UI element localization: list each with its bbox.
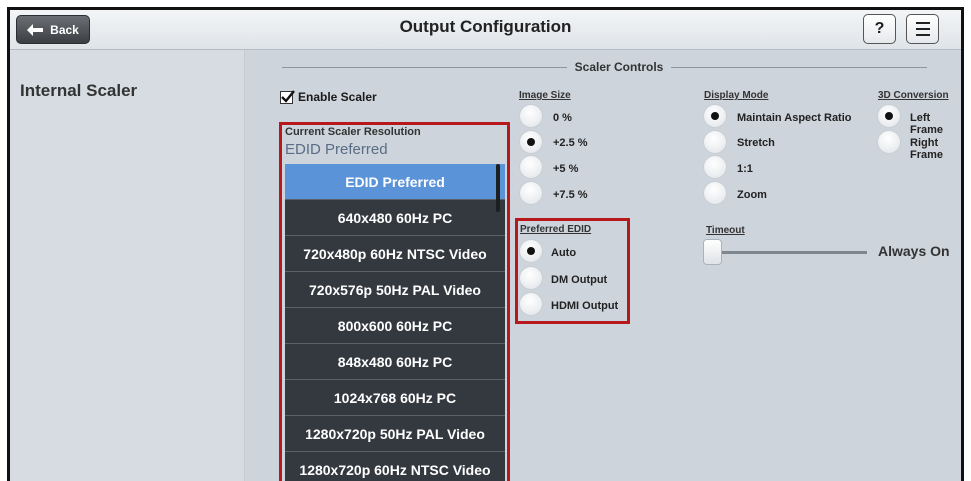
display-mode-heading: Display Mode: [704, 90, 769, 101]
display-mode-label-zoom: Zoom: [737, 189, 767, 201]
timeout-slider-thumb[interactable]: [704, 240, 721, 264]
top-bar: Back Output Configuration ?: [10, 10, 961, 50]
display-mode-radio-1-1[interactable]: [704, 156, 726, 178]
display-mode-radio-stretch[interactable]: [704, 131, 726, 153]
display-mode-label-1-1: 1:1: [737, 163, 753, 175]
image-size-label-0: 0 %: [553, 112, 572, 124]
image-size-label-7-5: +7.5 %: [553, 189, 588, 201]
edid-label-dm-output: DM Output: [551, 274, 608, 286]
enable-scaler-checkbox[interactable]: Enable Scaler: [280, 89, 377, 104]
display-mode-label-stretch: Stretch: [737, 137, 775, 149]
resolution-item[interactable]: 1280x720p 50Hz PAL Video: [285, 416, 505, 452]
timeout-slider-track[interactable]: [707, 251, 867, 254]
main-content: Scaler Controls Enable Scaler Current Sc…: [246, 50, 961, 481]
edid-label-auto: Auto: [551, 247, 577, 259]
3d-radio-left-frame[interactable]: [878, 105, 900, 127]
sidebar-title: Internal Scaler: [20, 81, 138, 100]
page-title: Output Configuration: [399, 17, 572, 36]
resolution-current-value: EDID Preferred: [285, 141, 388, 158]
edid-radio-hdmi-output[interactable]: [520, 293, 542, 315]
edid-radio-dm-output[interactable]: [520, 267, 542, 289]
display-mode-radio-maintain[interactable]: [704, 105, 726, 127]
preferred-edid-heading: Preferred EDID: [520, 224, 592, 235]
image-size-radio-2-5[interactable]: [520, 131, 542, 153]
image-size-radio-5[interactable]: [520, 156, 542, 178]
image-size-label-2-5: +2.5 %: [553, 137, 588, 149]
help-button[interactable]: ?: [863, 14, 896, 44]
timeout-heading: Timeout: [706, 225, 745, 236]
menu-button[interactable]: [906, 14, 939, 44]
image-size-radio-0[interactable]: [520, 105, 542, 127]
3d-label-right-frame: Right Frame: [910, 137, 944, 161]
3d-radio-right-frame[interactable]: [878, 131, 900, 153]
resolution-list[interactable]: EDID Preferred 640x480 60Hz PC 720x480p …: [285, 164, 505, 481]
hamburger-icon: [915, 22, 930, 36]
checkmark-icon: [281, 89, 295, 103]
image-size-label-5: +5 %: [553, 163, 579, 175]
resolution-item[interactable]: 848x480 60Hz PC: [285, 344, 505, 380]
timeout-value: Always On: [878, 243, 950, 259]
resolution-item[interactable]: EDID Preferred: [285, 164, 505, 200]
edid-label-hdmi-output: HDMI Output: [551, 300, 619, 312]
3d-conversion-heading: 3D Conversion: [878, 90, 949, 101]
enable-scaler-label: Enable Scaler: [298, 90, 377, 104]
resolution-item[interactable]: 1024x768 60Hz PC: [285, 380, 505, 416]
3d-label-left-frame: Left Frame: [910, 112, 944, 136]
image-size-heading: Image Size: [519, 90, 571, 101]
checkbox-icon: [280, 89, 295, 104]
image-size-radio-7-5[interactable]: [520, 182, 542, 204]
sidebar: Internal Scaler: [10, 50, 245, 481]
resolution-scrollbar[interactable]: [496, 164, 500, 212]
resolution-item[interactable]: 720x480p 60Hz NTSC Video: [285, 236, 505, 272]
resolution-item[interactable]: 800x600 60Hz PC: [285, 308, 505, 344]
edid-radio-auto[interactable]: [520, 240, 542, 262]
resolution-item[interactable]: 720x576p 50Hz PAL Video: [285, 272, 505, 308]
display-mode-label-maintain: Maintain Aspect Ratio: [737, 112, 852, 124]
section-title: Scaler Controls: [246, 60, 961, 74]
help-icon: ?: [874, 20, 885, 37]
resolution-item[interactable]: 640x480 60Hz PC: [285, 200, 505, 236]
app-window: Back Output Configuration ? Internal Sca…: [7, 7, 964, 481]
resolution-label: Current Scaler Resolution: [285, 126, 421, 138]
display-mode-radio-zoom[interactable]: [704, 182, 726, 204]
resolution-item[interactable]: 1280x720p 60Hz NTSC Video: [285, 452, 505, 481]
